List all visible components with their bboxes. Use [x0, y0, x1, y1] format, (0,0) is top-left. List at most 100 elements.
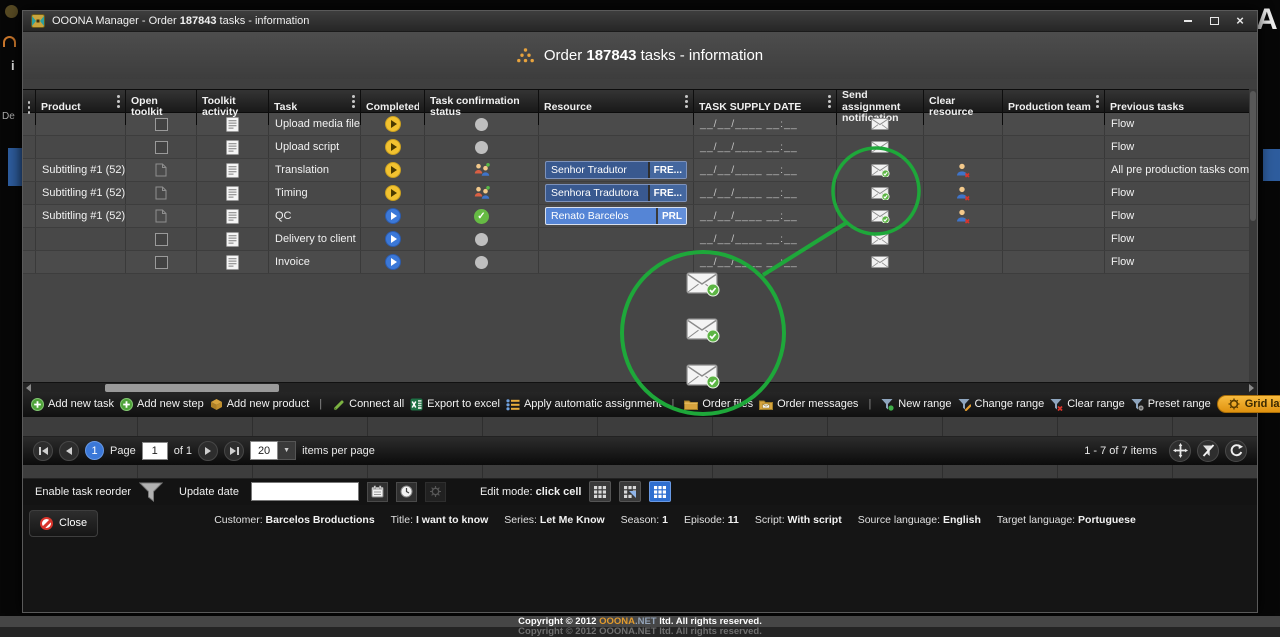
toolkit-activity-report-icon[interactable]	[226, 209, 239, 224]
previous-page-button[interactable]	[59, 441, 79, 461]
completed-cell[interactable]	[361, 136, 425, 158]
notification-envelope-icon[interactable]	[871, 255, 890, 269]
completed-play-button[interactable]	[385, 162, 401, 178]
completed-play-button[interactable]	[385, 116, 401, 132]
column-menu-icon[interactable]	[1096, 95, 1099, 98]
notification-envelope-icon[interactable]	[871, 232, 890, 246]
toolkit-activity-cell[interactable]	[197, 251, 269, 273]
first-page-button[interactable]	[33, 441, 53, 461]
update-date-input[interactable]	[251, 482, 359, 501]
supply-date-cell[interactable]: __/__/____ __:__	[694, 136, 837, 158]
clear-resource-cell[interactable]	[924, 136, 1003, 158]
resource-cell[interactable]: Senhora TradutoraFRE...	[539, 182, 694, 204]
close-button[interactable]: Close	[29, 510, 98, 537]
completed-play-button[interactable]	[385, 208, 401, 224]
edit-mode-batch-button[interactable]	[619, 481, 641, 502]
resource-assignment[interactable]: Renato BarcelosPRL	[545, 207, 687, 225]
open-toolkit-cell[interactable]	[126, 251, 197, 273]
toolkit-activity-report-icon[interactable]	[226, 186, 239, 201]
toolkit-activity-cell[interactable]	[197, 228, 269, 250]
toolkit-activity-cell[interactable]	[197, 136, 269, 158]
open-toolkit-checkbox[interactable]	[155, 256, 168, 269]
supply-date-cell[interactable]: __/__/____ __:__	[694, 205, 837, 227]
calendar-button[interactable]	[367, 482, 388, 502]
scroll-right-arrow-icon[interactable]	[1249, 384, 1254, 392]
open-toolkit-file-icon[interactable]	[155, 209, 167, 223]
open-toolkit-checkbox[interactable]	[155, 118, 168, 131]
toolkit-activity-cell[interactable]	[197, 182, 269, 204]
completed-cell[interactable]	[361, 182, 425, 204]
column-menu-icon[interactable]	[117, 95, 120, 98]
send-notification-cell[interactable]	[837, 228, 924, 250]
toolkit-activity-report-icon[interactable]	[226, 163, 239, 178]
notification-envelope-icon[interactable]	[871, 140, 890, 154]
add-new-product-button[interactable]: Add new product	[210, 398, 310, 410]
open-toolkit-cell[interactable]	[126, 113, 197, 135]
send-notification-cell[interactable]	[837, 159, 924, 181]
row-handle[interactable]	[23, 159, 36, 181]
maximize-button[interactable]	[1205, 14, 1223, 28]
open-toolkit-cell[interactable]	[126, 182, 197, 204]
toolkit-activity-cell[interactable]	[197, 113, 269, 135]
resource-cell[interactable]	[539, 251, 694, 273]
column-menu-icon[interactable]	[828, 95, 831, 98]
supply-date-cell[interactable]: __/__/____ __:__	[694, 113, 837, 135]
export-to-excel-button[interactable]: Export to excel	[410, 398, 500, 411]
reorder-funnel-icon[interactable]	[139, 482, 163, 502]
clear-filter-button[interactable]	[1197, 440, 1219, 462]
row-handle[interactable]	[23, 228, 36, 250]
clear-resource-cell[interactable]	[924, 159, 1003, 181]
toolkit-activity-report-icon[interactable]	[226, 117, 239, 132]
notification-envelope-icon[interactable]	[871, 163, 890, 177]
open-toolkit-cell[interactable]	[126, 159, 197, 181]
toolkit-activity-cell[interactable]	[197, 205, 269, 227]
preset-range-button[interactable]: Preset range	[1131, 398, 1211, 411]
vertical-scrollbar[interactable]	[1249, 89, 1257, 382]
notification-envelope-icon[interactable]	[871, 186, 890, 200]
fit-columns-button[interactable]	[1169, 440, 1191, 462]
edit-mode-grid-button[interactable]	[589, 481, 611, 502]
resource-cell[interactable]	[539, 228, 694, 250]
page-size-select[interactable]: 20 ▼	[250, 441, 296, 460]
toolkit-activity-report-icon[interactable]	[226, 255, 239, 270]
minimize-button[interactable]	[1179, 14, 1197, 28]
supply-date-cell[interactable]: __/__/____ __:__	[694, 228, 837, 250]
resource-cell[interactable]: Renato BarcelosPRL	[539, 205, 694, 227]
open-toolkit-cell[interactable]	[126, 136, 197, 158]
refresh-button[interactable]	[1225, 440, 1247, 462]
order-messages-button[interactable]: Order messages	[759, 398, 858, 410]
send-notification-cell[interactable]	[837, 205, 924, 227]
close-window-button[interactable]: ×	[1231, 14, 1249, 28]
completed-play-button[interactable]	[385, 231, 401, 247]
grid-layout-button[interactable]: Grid layout	[1217, 395, 1280, 413]
send-notification-cell[interactable]	[837, 113, 924, 135]
connect-all-button[interactable]: Connect all	[332, 398, 404, 411]
update-settings-button[interactable]	[425, 482, 446, 502]
completed-play-button[interactable]	[385, 185, 401, 201]
resource-cell[interactable]	[539, 113, 694, 135]
resource-assignment[interactable]: Senhora TradutoraFRE...	[545, 184, 687, 202]
completed-cell[interactable]	[361, 205, 425, 227]
horizontal-scroll-thumb[interactable]	[105, 384, 279, 392]
new-range-button[interactable]: New range	[881, 398, 951, 411]
open-toolkit-checkbox[interactable]	[155, 141, 168, 154]
resource-cell[interactable]	[539, 136, 694, 158]
completed-cell[interactable]	[361, 113, 425, 135]
resource-cell[interactable]: Senhor TradutorFRE...	[539, 159, 694, 181]
clear-range-button[interactable]: Clear range	[1050, 398, 1124, 411]
chevron-down-icon[interactable]: ▼	[278, 441, 296, 460]
clear-resource-person-icon[interactable]	[956, 209, 970, 224]
supply-date-cell[interactable]: __/__/____ __:__	[694, 251, 837, 273]
clear-resource-cell[interactable]	[924, 205, 1003, 227]
apply-automatic-assignment-button[interactable]: Apply automatic assignment	[506, 398, 662, 411]
row-handle[interactable]	[23, 136, 36, 158]
horizontal-scrollbar[interactable]	[23, 382, 1257, 392]
open-toolkit-file-icon[interactable]	[155, 186, 167, 200]
last-page-button[interactable]	[224, 441, 244, 461]
clear-resource-cell[interactable]	[924, 251, 1003, 273]
clock-button[interactable]	[396, 482, 417, 502]
clear-resource-person-icon[interactable]	[956, 186, 970, 201]
column-menu-icon[interactable]	[352, 95, 355, 98]
completed-cell[interactable]	[361, 159, 425, 181]
clear-resource-cell[interactable]	[924, 182, 1003, 204]
